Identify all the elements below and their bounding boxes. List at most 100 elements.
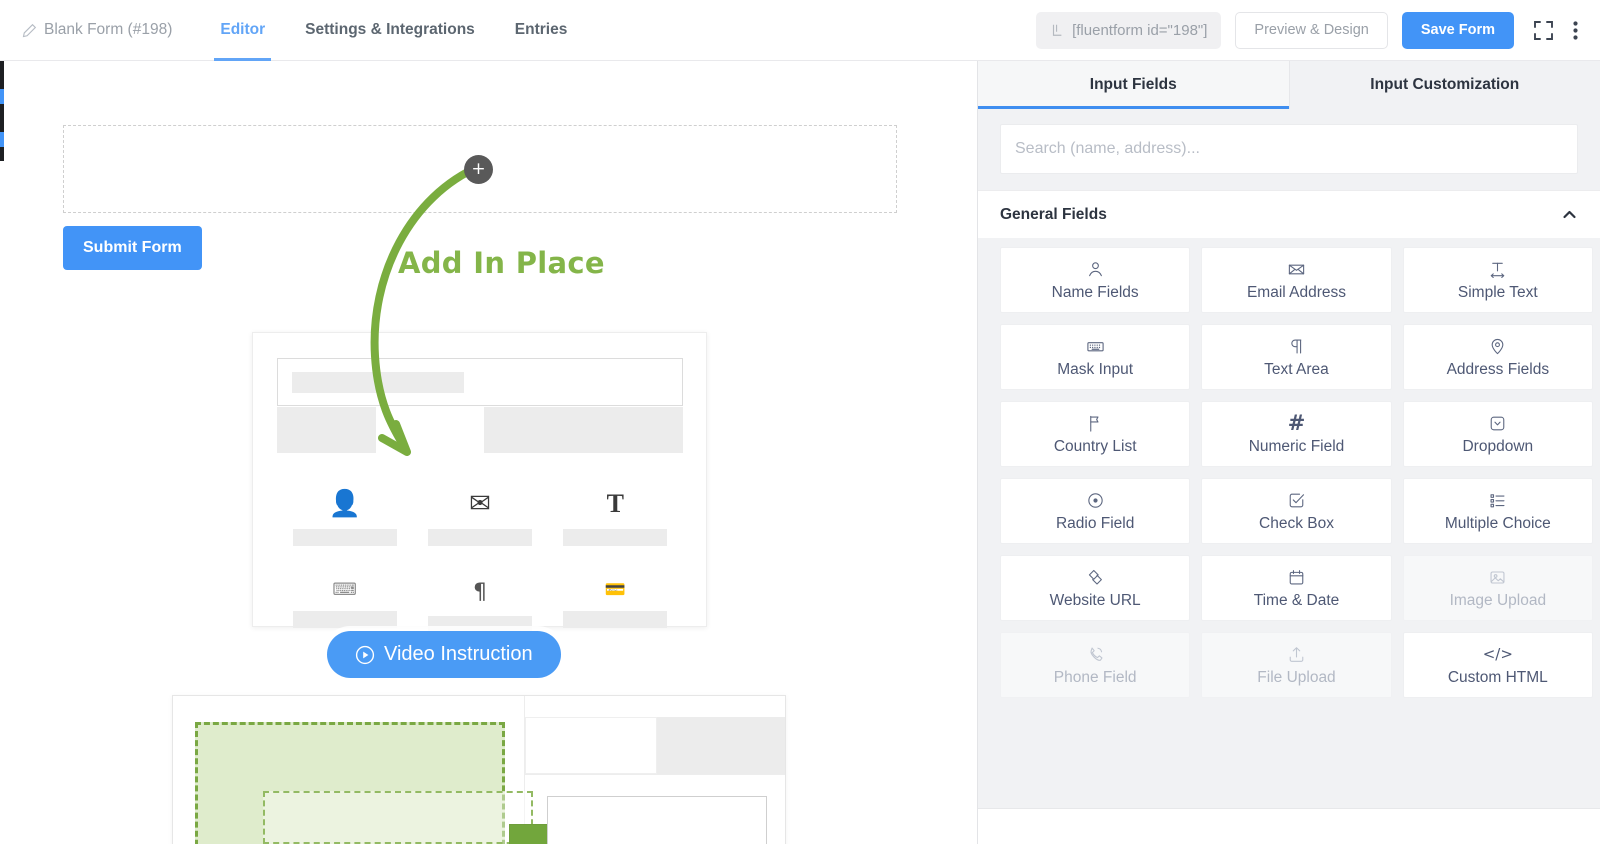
tab-editor[interactable]: Editor <box>200 0 285 61</box>
text-icon: T <box>606 489 624 518</box>
field-item-label: Phone Field <box>1053 669 1137 687</box>
field-item-dropdown[interactable]: Dropdown <box>1402 401 1593 467</box>
illustration-divider <box>525 774 785 775</box>
preview-design-button[interactable]: Preview & Design <box>1235 11 1388 49</box>
save-form-label: Save Form <box>1420 22 1495 38</box>
field-item-label: File Upload <box>1257 669 1336 687</box>
illustration-icon-keyboard: ⌨ <box>277 582 412 633</box>
save-form-button[interactable]: Save Form <box>1401 11 1514 49</box>
link-icon <box>1086 567 1105 587</box>
shortcode-icon <box>1050 23 1064 37</box>
phone-icon <box>1086 644 1105 664</box>
illustration-input-box <box>547 796 767 844</box>
field-item-label: Image Upload <box>1449 592 1547 610</box>
dropdown-icon <box>1488 413 1507 433</box>
preview-design-label: Preview & Design <box>1254 22 1369 38</box>
user-icon: 👤 <box>328 489 361 519</box>
field-item-label: Custom HTML <box>1447 669 1548 687</box>
illustration-block <box>484 407 683 453</box>
video-instruction-button[interactable]: Video Instruction <box>327 631 561 678</box>
paragraph-icon: ¶ <box>472 580 487 605</box>
left-edge-accent <box>0 61 4 161</box>
field-item-label: Simple Text <box>1457 284 1538 302</box>
field-item-label: Name Fields <box>1051 284 1139 302</box>
flag-icon <box>1086 413 1105 433</box>
tab-settings-integrations[interactable]: Settings & Integrations <box>285 0 495 61</box>
app-header: Blank Form (#198) Editor Settings & Inte… <box>0 0 1600 61</box>
illustration-block <box>277 407 376 453</box>
pencil-icon <box>22 23 37 38</box>
paragraph-icon <box>1287 336 1306 356</box>
field-item-image-upload: Image Upload <box>1402 555 1593 621</box>
general-fields-section-header[interactable]: General Fields <box>978 190 1600 238</box>
add-field-button[interactable]: + <box>464 155 493 184</box>
field-item-email-address[interactable]: Email Address <box>1201 247 1392 313</box>
panel-tab-input-fields[interactable]: Input Fields <box>978 61 1289 109</box>
map-pin-icon <box>1488 336 1507 356</box>
panel-tab-input-customization-label: Input Customization <box>1370 76 1520 93</box>
form-title-text: Blank Form (#198) <box>44 21 173 38</box>
field-item-file-upload: File Upload <box>1201 632 1392 698</box>
input-fields-panel: Input Fields Input Customization General… <box>977 61 1600 844</box>
text-width-icon <box>1488 259 1507 279</box>
field-item-time-date[interactable]: Time & Date <box>1201 555 1392 621</box>
envelope-icon: ✉ <box>469 489 491 519</box>
illustration-placeholder-bar <box>292 372 464 393</box>
field-item-name-fields[interactable]: Name Fields <box>1000 247 1191 313</box>
tab-settings-label: Settings & Integrations <box>305 21 475 38</box>
illustration-icon-credit-card: 💳 <box>548 582 683 633</box>
field-item-numeric-field[interactable]: # Numeric Field <box>1201 401 1392 467</box>
field-item-label: Email Address <box>1246 284 1347 302</box>
shortcode-field[interactable]: [fluentform id="198"] <box>1036 11 1222 49</box>
submit-form-button[interactable]: Submit Form <box>63 226 202 270</box>
add-in-place-annotation: Add In Place <box>398 246 605 280</box>
keyboard-icon: ⌨ <box>332 580 357 600</box>
fullscreen-icon[interactable] <box>1530 15 1556 45</box>
search-input[interactable] <box>1000 124 1578 174</box>
illustration-placeholder-bar <box>292 611 397 628</box>
plus-icon: + <box>471 159 486 179</box>
form-canvas: Submit Form + Add In Place 👤 ✉ T ⌨ ¶ 💳 V… <box>0 61 941 844</box>
main-nav-tabs: Editor Settings & Integrations Entries <box>200 0 587 61</box>
form-title[interactable]: Blank Form (#198) <box>22 21 172 39</box>
credit-card-icon: 💳 <box>604 580 626 600</box>
field-item-label: Radio Field <box>1055 515 1135 533</box>
field-item-label: Website URL <box>1049 592 1141 610</box>
field-item-radio-field[interactable]: Radio Field <box>1000 478 1191 544</box>
field-item-country-list[interactable]: Country List <box>1000 401 1191 467</box>
general-fields-grid: Name Fields Email Address Simple Text Mask … <box>978 247 1600 698</box>
general-fields-title: General Fields <box>1000 205 1107 223</box>
illustration-icon-paragraph: ¶ <box>412 582 547 633</box>
user-icon <box>1086 259 1105 279</box>
play-circle-icon <box>355 645 375 665</box>
search-container <box>978 109 1600 190</box>
keyboard-icon <box>1086 336 1105 356</box>
field-item-multiple-choice[interactable]: Multiple Choice <box>1402 478 1593 544</box>
shortcode-text: [fluentform id="198"] <box>1072 21 1208 39</box>
panel-footer <box>978 808 1600 844</box>
header-left-group: Blank Form (#198) Editor Settings & Inte… <box>0 0 587 61</box>
field-item-website-url[interactable]: Website URL <box>1000 555 1191 621</box>
illustration-block <box>657 717 785 774</box>
illustration-icon-envelope: ✉ <box>412 491 547 546</box>
illustration-icon-row-2: ⌨ ¶ 💳 <box>277 582 683 633</box>
image-icon <box>1488 567 1507 587</box>
field-item-simple-text[interactable]: Simple Text <box>1402 247 1593 313</box>
form-preview-illustration: 👤 ✉ T ⌨ ¶ 💳 <box>252 332 707 633</box>
radio-icon <box>1086 490 1105 510</box>
panel-tab-input-customization[interactable]: Input Customization <box>1288 61 1600 109</box>
video-instruction-label: Video Instruction <box>384 643 533 665</box>
field-item-mask-input[interactable]: Mask Input <box>1000 324 1191 390</box>
checkbox-icon <box>1287 490 1306 510</box>
tab-entries[interactable]: Entries <box>495 0 588 61</box>
hash-icon: # <box>1287 410 1306 435</box>
chevron-up-icon[interactable] <box>1561 206 1578 223</box>
field-item-address-fields[interactable]: Address Fields <box>1402 324 1593 390</box>
illustration-placeholder-bar <box>563 611 668 628</box>
field-item-check-box[interactable]: Check Box <box>1201 478 1392 544</box>
more-vertical-icon[interactable] <box>1564 15 1586 45</box>
illustration-placeholder-bar <box>563 529 668 546</box>
field-item-custom-html[interactable]: </> Custom HTML <box>1402 632 1593 698</box>
illustration-block <box>525 717 657 774</box>
field-item-text-area[interactable]: Text Area <box>1201 324 1392 390</box>
